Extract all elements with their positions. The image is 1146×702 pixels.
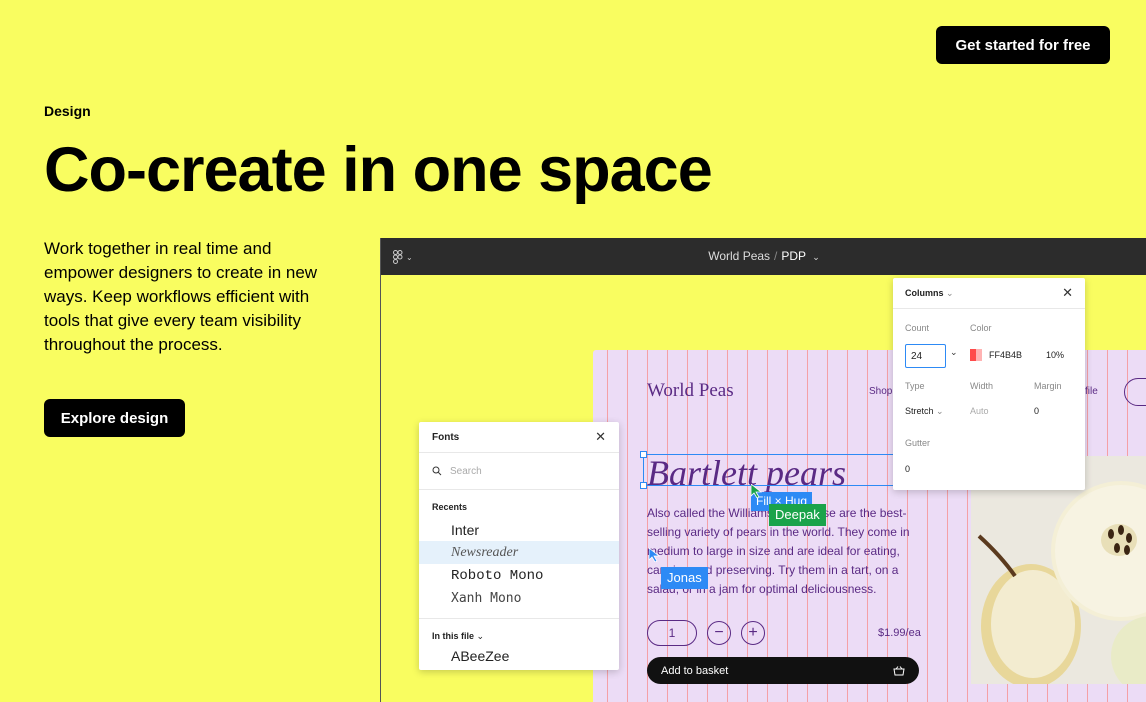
basket-label: Add to basket bbox=[661, 664, 729, 677]
add-to-basket-button[interactable]: Add to basket bbox=[647, 657, 919, 684]
selection-box bbox=[640, 451, 915, 489]
increment-button[interactable]: + bbox=[741, 621, 765, 645]
get-started-button[interactable]: Get started for free bbox=[936, 26, 1110, 64]
breadcrumb: World Peas / PDP ⌄ bbox=[381, 249, 1146, 263]
selection-handle[interactable] bbox=[640, 482, 647, 489]
type-value: Stretch bbox=[905, 406, 934, 416]
font-item-abeezee[interactable]: ABeeZee bbox=[419, 648, 619, 662]
basket-icon bbox=[893, 665, 905, 675]
count-label: Count bbox=[905, 323, 930, 333]
collaborator-cursor-deepak: Deepak bbox=[769, 504, 826, 526]
search-icon bbox=[432, 466, 442, 476]
columns-panel-title: Columns bbox=[905, 287, 944, 298]
column-count-input[interactable]: 24 bbox=[905, 344, 946, 368]
fonts-panel-title: Fonts bbox=[432, 431, 460, 443]
brand-logo-text: World Peas bbox=[647, 380, 734, 401]
section-eyebrow: Design bbox=[44, 103, 91, 119]
width-input[interactable]: Auto bbox=[970, 406, 989, 416]
font-item-newsreader[interactable]: Newsreader bbox=[419, 541, 619, 564]
chevron-down-icon: ⌄ bbox=[936, 406, 944, 416]
width-label: Width bbox=[970, 381, 994, 391]
column-grid-line bbox=[627, 350, 628, 702]
margin-input[interactable]: 0 bbox=[1034, 406, 1039, 416]
app-window: ⌄ World Peas / PDP ⌄ World Peas Shop file … bbox=[380, 238, 1146, 702]
nav-shop-link[interactable]: Shop bbox=[869, 386, 892, 397]
product-price: $1.99/ea bbox=[878, 627, 921, 639]
fonts-panel-header: Fonts ✕ bbox=[419, 422, 619, 452]
app-toolbar: ⌄ World Peas / PDP ⌄ bbox=[381, 238, 1146, 275]
columns-panel-header: Columns ⌄ ✕ bbox=[893, 278, 1085, 309]
color-hex-value[interactable]: FF4B4B bbox=[989, 350, 1022, 360]
gutter-input[interactable]: 0 bbox=[905, 464, 910, 474]
font-item-inter[interactable]: Inter bbox=[419, 518, 619, 541]
in-file-label[interactable]: In this file ⌄ bbox=[419, 619, 619, 648]
cursor-icon bbox=[649, 548, 661, 562]
breadcrumb-page[interactable]: PDP bbox=[781, 249, 805, 263]
decrement-button[interactable]: − bbox=[707, 621, 731, 645]
margin-label: Margin bbox=[1034, 381, 1062, 391]
collaborator-cursor-jonas: Jonas bbox=[661, 567, 708, 589]
search-input[interactable]: Search bbox=[450, 466, 482, 477]
chevron-down-icon: ⌄ bbox=[946, 287, 954, 298]
gutter-label: Gutter bbox=[905, 438, 931, 448]
chevron-down-icon: ⌄ bbox=[476, 631, 485, 641]
pear-image bbox=[971, 456, 1146, 684]
font-item-xanh-mono[interactable]: Xanh Mono bbox=[419, 587, 619, 610]
fonts-panel: Fonts ✕ Search Recents Inter Newsreader … bbox=[419, 422, 619, 670]
selection-handle[interactable] bbox=[640, 451, 647, 458]
columns-panel: Columns ⌄ ✕ Count Color 24 ⌄ FF4B4B 10% … bbox=[893, 278, 1085, 490]
breadcrumb-separator: / bbox=[774, 249, 778, 263]
recents-label: Recents bbox=[432, 502, 468, 512]
explore-design-button[interactable]: Explore design bbox=[44, 399, 185, 437]
cart-button[interactable] bbox=[1124, 378, 1146, 406]
font-search-field[interactable]: Search bbox=[419, 452, 619, 490]
type-label: Type bbox=[905, 381, 925, 391]
breadcrumb-project[interactable]: World Peas bbox=[708, 249, 770, 263]
page-title: Co-create in one space bbox=[44, 135, 713, 205]
color-swatch[interactable] bbox=[970, 349, 982, 361]
chevron-down-icon[interactable]: ⌄ bbox=[812, 252, 820, 262]
nav-profile-link[interactable]: file bbox=[1085, 386, 1098, 397]
close-icon[interactable]: ✕ bbox=[1062, 285, 1073, 301]
chevron-down-icon[interactable]: ⌄ bbox=[950, 347, 958, 358]
product-image bbox=[971, 456, 1146, 684]
columns-type-dropdown[interactable]: Columns ⌄ bbox=[905, 288, 954, 299]
close-icon[interactable]: ✕ bbox=[595, 429, 606, 445]
in-file-label-text: In this file bbox=[432, 631, 475, 641]
cursor-icon bbox=[751, 484, 763, 498]
color-opacity-value[interactable]: 10% bbox=[1046, 350, 1064, 360]
font-item-roboto-mono[interactable]: Roboto Mono bbox=[419, 564, 619, 587]
type-dropdown[interactable]: Stretch ⌄ bbox=[905, 406, 944, 417]
color-label: Color bbox=[970, 323, 992, 333]
hero-description: Work together in real time and empower d… bbox=[44, 239, 318, 354]
quantity-value[interactable]: 1 bbox=[647, 620, 697, 646]
